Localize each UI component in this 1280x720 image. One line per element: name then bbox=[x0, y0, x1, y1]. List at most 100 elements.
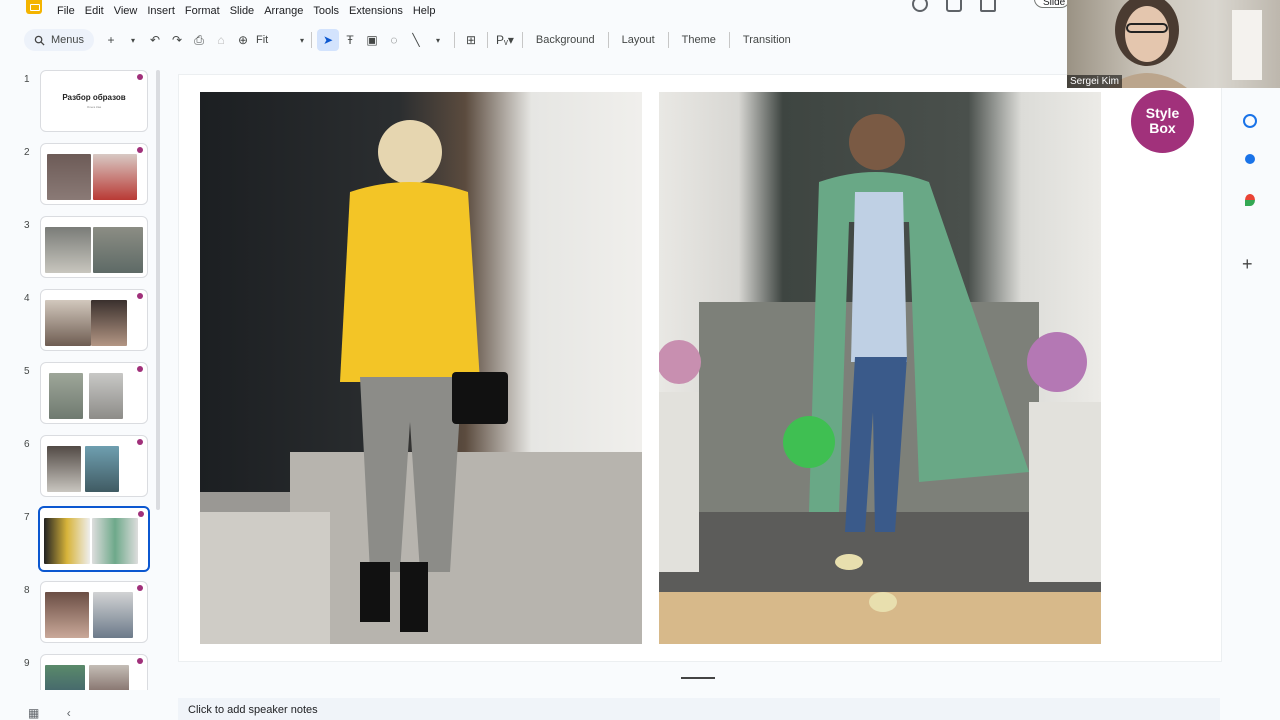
comments-icon[interactable] bbox=[946, 0, 962, 12]
menu-insert[interactable]: Insert bbox=[142, 5, 180, 17]
add-addon-icon[interactable]: + bbox=[1242, 254, 1256, 274]
menu-arrange[interactable]: Arrange bbox=[259, 5, 308, 17]
line-dropdown-icon[interactable]: ▾ bbox=[427, 29, 449, 51]
thumbnail-photo bbox=[89, 373, 123, 419]
select-cursor-icon[interactable]: ➤ bbox=[317, 29, 339, 51]
menu-file[interactable]: File bbox=[52, 5, 80, 17]
paint-format-icon[interactable]: ⌂ bbox=[210, 29, 232, 51]
slide-thumbnail[interactable] bbox=[40, 581, 148, 643]
menu-view[interactable]: View bbox=[109, 5, 143, 17]
slide-thumbnail-row[interactable]: 2 bbox=[0, 143, 164, 207]
slide-thumbnail-row[interactable]: 6 bbox=[0, 435, 164, 499]
notes-resize-handle[interactable] bbox=[681, 677, 715, 679]
divider bbox=[521, 32, 523, 48]
slide-thumbnail[interactable]: Разбор образов Ольга Каа bbox=[40, 70, 148, 132]
filmstrip-controls: ▦ ‹ bbox=[28, 706, 95, 720]
comment-dot-icon bbox=[137, 293, 143, 299]
slide-number: 9 bbox=[24, 658, 30, 669]
slide-thumbnail-row[interactable]: 4 bbox=[0, 289, 164, 353]
new-slide-icon[interactable]: + bbox=[100, 29, 122, 51]
thumbnail-photo bbox=[92, 518, 138, 564]
slide-number: 7 bbox=[24, 512, 30, 523]
slide-thumbnail-selected[interactable] bbox=[38, 506, 150, 572]
theme-button[interactable]: Theme bbox=[674, 34, 724, 46]
slide-thumbnail-row[interactable]: 3 bbox=[0, 216, 164, 280]
slide-filmstrip: 1 Разбор образов Ольга Каа 2 3 4 5 6 7 8… bbox=[0, 62, 164, 690]
undo-icon[interactable]: ↶ bbox=[144, 29, 166, 51]
divider bbox=[454, 32, 455, 48]
maps-icon[interactable] bbox=[1245, 194, 1255, 206]
divider bbox=[487, 32, 488, 48]
thumbnail-photo bbox=[93, 227, 143, 273]
image-icon[interactable]: ▣ bbox=[361, 29, 383, 51]
slide-thumbnail[interactable] bbox=[40, 435, 148, 497]
menu-tools[interactable]: Tools bbox=[308, 5, 344, 17]
slide-thumbnail[interactable] bbox=[40, 654, 148, 690]
slide-thumbnail-row[interactable]: 1 Разбор образов Ольга Каа bbox=[0, 70, 164, 134]
redo-icon[interactable]: ↷ bbox=[166, 29, 188, 51]
slide-thumbnail-row[interactable]: 8 bbox=[0, 581, 164, 645]
slide-thumbnail[interactable] bbox=[40, 143, 148, 205]
slide-number: 2 bbox=[24, 147, 30, 158]
zoom-icon[interactable]: ⊕ bbox=[232, 29, 254, 51]
input-tools-icon[interactable]: Pᵥ▾ bbox=[493, 29, 517, 51]
slide-thumbnail[interactable] bbox=[40, 362, 148, 424]
new-slide-dropdown-icon[interactable]: ▾ bbox=[122, 29, 144, 51]
speaker-notes[interactable]: Click to add speaker notes bbox=[178, 698, 1220, 720]
transition-button[interactable]: Transition bbox=[735, 34, 799, 46]
thumbnail-title: Разбор образов bbox=[62, 93, 126, 102]
outfit-photo-green-coat[interactable] bbox=[659, 92, 1101, 644]
zoom-select[interactable]: Fit ▾ bbox=[254, 34, 306, 46]
menu-slide[interactable]: Slide bbox=[225, 5, 259, 17]
slide-number: 4 bbox=[24, 293, 30, 304]
slide-thumbnail[interactable] bbox=[40, 216, 148, 278]
comment-dot-icon bbox=[138, 511, 144, 517]
background-button[interactable]: Background bbox=[528, 34, 603, 46]
slide-thumbnail[interactable] bbox=[40, 289, 148, 351]
photo-illustration bbox=[659, 114, 1101, 644]
comment-dot-icon bbox=[137, 74, 143, 80]
line-icon[interactable]: ╲ bbox=[405, 29, 427, 51]
thumbnail-photo bbox=[45, 300, 91, 346]
grid-view-icon[interactable]: ▦ bbox=[28, 706, 39, 720]
search-icon bbox=[34, 35, 45, 46]
menu-edit[interactable]: Edit bbox=[80, 5, 109, 17]
slide-number: 1 bbox=[24, 74, 30, 85]
comment-dot-icon bbox=[137, 439, 143, 445]
participant-name: Sergei Kim bbox=[1067, 75, 1122, 88]
menu-help[interactable]: Help bbox=[408, 5, 441, 17]
menu-format[interactable]: Format bbox=[180, 5, 225, 17]
text-box-icon[interactable]: Ŧ bbox=[339, 29, 361, 51]
thumbnail-photo bbox=[93, 154, 137, 200]
divider bbox=[607, 32, 609, 48]
present-icon[interactable] bbox=[980, 0, 996, 12]
tasks-icon[interactable] bbox=[1243, 114, 1257, 128]
layout-button[interactable]: Layout bbox=[614, 34, 663, 46]
slide-thumbnail-row[interactable]: 7 bbox=[0, 506, 164, 572]
thumbnail-photo bbox=[93, 592, 133, 638]
menu-search[interactable]: Menus bbox=[24, 29, 94, 51]
thumbnail-photo bbox=[89, 665, 129, 690]
divider bbox=[311, 32, 312, 48]
thumbnail-photo bbox=[91, 300, 127, 346]
contacts-icon[interactable] bbox=[1245, 154, 1255, 164]
slides-logo-icon[interactable] bbox=[26, 0, 42, 14]
thumbnail-photo bbox=[85, 446, 119, 492]
zoom-value: Fit bbox=[256, 34, 269, 46]
style-box-line2: Box bbox=[1149, 120, 1176, 136]
history-icon[interactable] bbox=[912, 0, 928, 12]
slide-thumbnail-row[interactable]: 5 bbox=[0, 362, 164, 426]
slide-number: 8 bbox=[24, 585, 30, 596]
filmstrip-scrollbar[interactable] bbox=[156, 70, 160, 510]
add-comment-icon[interactable]: ⊞ bbox=[460, 29, 482, 51]
comment-dot-icon bbox=[137, 366, 143, 372]
menu-extensions[interactable]: Extensions bbox=[344, 5, 408, 17]
divider bbox=[728, 32, 730, 48]
outfit-photo-yellow-sweater[interactable] bbox=[200, 92, 642, 644]
shape-icon[interactable]: ◌ bbox=[383, 29, 405, 51]
slide-thumbnail-row[interactable]: 9 bbox=[0, 654, 164, 690]
print-icon[interactable]: ⎙ bbox=[188, 29, 210, 51]
comment-dot-icon bbox=[137, 585, 143, 591]
collapse-filmstrip-icon[interactable]: ‹ bbox=[67, 706, 71, 720]
slideshow-button[interactable]: Slide bbox=[1034, 0, 1070, 8]
